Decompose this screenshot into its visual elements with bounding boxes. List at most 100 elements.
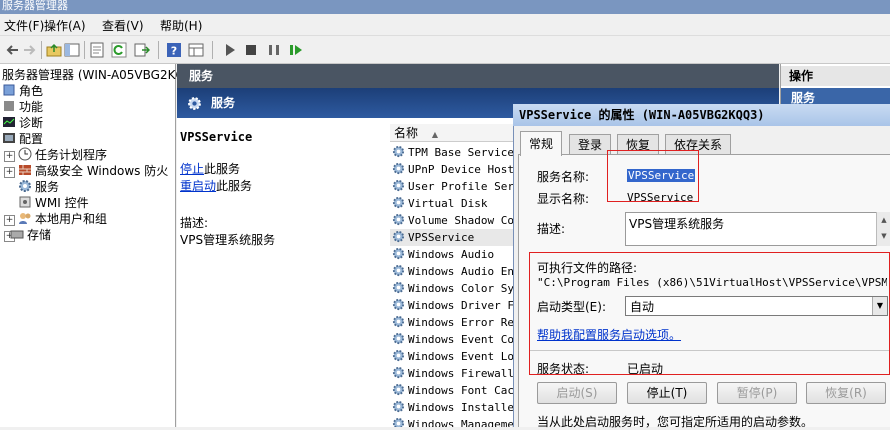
- service-gear-icon: [392, 247, 405, 260]
- expand-local-users[interactable]: +: [4, 215, 15, 226]
- center-header: 服务: [177, 64, 779, 88]
- service-gear-icon: [392, 349, 405, 362]
- tree-item-diagnostics[interactable]: 诊断: [2, 115, 43, 131]
- tree-pane: 服务器管理器 (WIN-A05VBG2KQQ 角色 功能 诊断 配置 + 任务计…: [0, 64, 194, 427]
- play-icon[interactable]: [222, 42, 238, 58]
- list-item[interactable]: Windows Font Cache: [390, 382, 520, 399]
- service-gear-icon: [392, 366, 405, 379]
- tree-item-features[interactable]: 功能: [2, 99, 43, 115]
- service-name: Windows Error Reporting: [408, 316, 520, 329]
- list-item[interactable]: Windows Firewall: [390, 365, 520, 382]
- restart-service-line: 重启动此服务: [180, 179, 253, 193]
- up-folder-icon[interactable]: [46, 42, 62, 58]
- list-item[interactable]: Windows Error Reporting: [390, 314, 520, 331]
- services-gear-icon: [19, 180, 31, 192]
- list-item[interactable]: Virtual Disk: [390, 195, 520, 212]
- svg-text:?: ?: [171, 45, 177, 58]
- clock-icon: [18, 147, 32, 161]
- service-gear-icon: [392, 281, 405, 294]
- service-gear-icon: [392, 417, 405, 427]
- list-item[interactable]: Volume Shadow Copy: [390, 212, 520, 229]
- expand-firewall[interactable]: +: [4, 167, 15, 178]
- start-button[interactable]: 启动(S): [537, 382, 617, 404]
- pause-button[interactable]: 暂停(P): [717, 382, 797, 404]
- back-icon[interactable]: [4, 42, 20, 58]
- tree-item-local-users[interactable]: 本地用户和组: [18, 211, 107, 227]
- service-gear-icon: [392, 332, 405, 345]
- service-name: VPSService: [408, 231, 475, 244]
- resume-button[interactable]: 恢复(R): [806, 382, 886, 404]
- tree-item-roles[interactable]: 角色: [2, 83, 43, 99]
- show-tree-icon[interactable]: [64, 42, 80, 58]
- service-gear-icon: [392, 383, 405, 396]
- refresh-icon[interactable]: [111, 42, 127, 58]
- service-name: Windows Event Collector: [408, 333, 520, 346]
- service-name: Windows Color System: [408, 282, 520, 295]
- services-gear-icon: [188, 97, 201, 110]
- service-name: Volume Shadow Copy: [408, 214, 520, 227]
- toolbar: ?: [0, 36, 890, 64]
- service-name: Windows Installer: [408, 401, 520, 414]
- service-name: Virtual Disk: [408, 197, 488, 210]
- tab-general[interactable]: 常规: [520, 131, 563, 156]
- description-scrollbar[interactable]: ▲ ▼: [876, 212, 890, 246]
- service-gear-icon: [392, 213, 405, 226]
- export-icon[interactable]: [134, 42, 150, 58]
- menu-action[interactable]: 操作(A): [44, 17, 86, 34]
- column-header-name[interactable]: 名称 ▲: [390, 124, 520, 142]
- list-item[interactable]: Windows Management: [390, 416, 520, 427]
- service-gear-icon: [392, 145, 405, 158]
- list-item[interactable]: Windows Event Collector: [390, 331, 520, 348]
- wmi-icon: [19, 196, 31, 208]
- list-item[interactable]: User Profile Service: [390, 178, 520, 195]
- list-item[interactable]: Windows Event Log: [390, 348, 520, 365]
- menu-file[interactable]: 文件(F): [4, 17, 44, 34]
- annotation-box-service-name: [607, 150, 699, 202]
- services-list: 名称 ▲ TPM Base Services UPnP Device Host Us…: [390, 124, 520, 427]
- tree-item-services[interactable]: 服务: [18, 179, 59, 195]
- tab-logon[interactable]: 登录: [569, 134, 612, 155]
- forward-icon[interactable]: [22, 42, 38, 58]
- list-item[interactable]: Windows Installer: [390, 399, 520, 416]
- service-name: Windows Audio: [408, 248, 495, 261]
- list-item[interactable]: TPM Base Services: [390, 144, 520, 161]
- dialog-title: VPSService 的属性 (WIN-A05VBG2KQQ3): [513, 104, 890, 126]
- list-item[interactable]: Windows Color System: [390, 280, 520, 297]
- expand-task-scheduler[interactable]: +: [4, 151, 15, 162]
- service-gear-icon: [392, 179, 405, 192]
- restart-icon[interactable]: [288, 42, 304, 58]
- tree-item-wmi[interactable]: WMI 控件: [18, 195, 89, 211]
- list-item[interactable]: UPnP Device Host: [390, 161, 520, 178]
- description-textbox[interactable]: VPS管理系统服务: [625, 212, 890, 246]
- stop-icon[interactable]: [243, 42, 259, 58]
- restart-service-link[interactable]: 重启动: [180, 179, 216, 193]
- service-name: TPM Base Services: [408, 146, 520, 159]
- stop-button[interactable]: 停止(T): [627, 382, 707, 404]
- service-detail: VPSService 停止此服务 重启动此服务 描述: VPS管理系统服务: [180, 130, 380, 248]
- menu-bar: 文件(F) 操作(A) 查看(V) 帮助(H): [0, 14, 890, 36]
- service-name: Windows Firewall: [408, 367, 514, 380]
- list-item[interactable]: Windows Driver Foundation: [390, 297, 520, 314]
- tree-root[interactable]: 服务器管理器 (WIN-A05VBG2KQQ: [2, 67, 194, 83]
- firewall-icon: [19, 165, 31, 175]
- properties-icon[interactable]: [89, 42, 105, 58]
- detail-description-label: 描述:: [180, 216, 209, 230]
- menu-help[interactable]: 帮助(H): [160, 17, 202, 34]
- tree-item-configuration[interactable]: 配置: [2, 131, 43, 147]
- stop-service-link[interactable]: 停止: [180, 162, 204, 176]
- list-item[interactable]: VPSService: [390, 229, 520, 246]
- view-icon[interactable]: [188, 42, 204, 58]
- pause-icon[interactable]: [266, 42, 282, 58]
- display-name-label: 显示名称:: [537, 192, 590, 206]
- menu-view[interactable]: 查看(V): [102, 17, 144, 34]
- help-icon[interactable]: ?: [166, 42, 182, 58]
- list-item[interactable]: Windows Audio Endpoint: [390, 263, 520, 280]
- features-icon: [4, 101, 14, 111]
- service-gear-icon: [392, 400, 405, 413]
- tree-item-storage[interactable]: 存储: [10, 227, 51, 243]
- sort-arrow-icon: ▲: [431, 130, 438, 139]
- tree-item-task-scheduler[interactable]: 任务计划程序: [18, 147, 107, 163]
- list-item[interactable]: Windows Audio: [390, 246, 520, 263]
- tree-item-firewall[interactable]: 高级安全 Windows 防火: [18, 163, 168, 179]
- service-name: Windows Management: [408, 418, 520, 427]
